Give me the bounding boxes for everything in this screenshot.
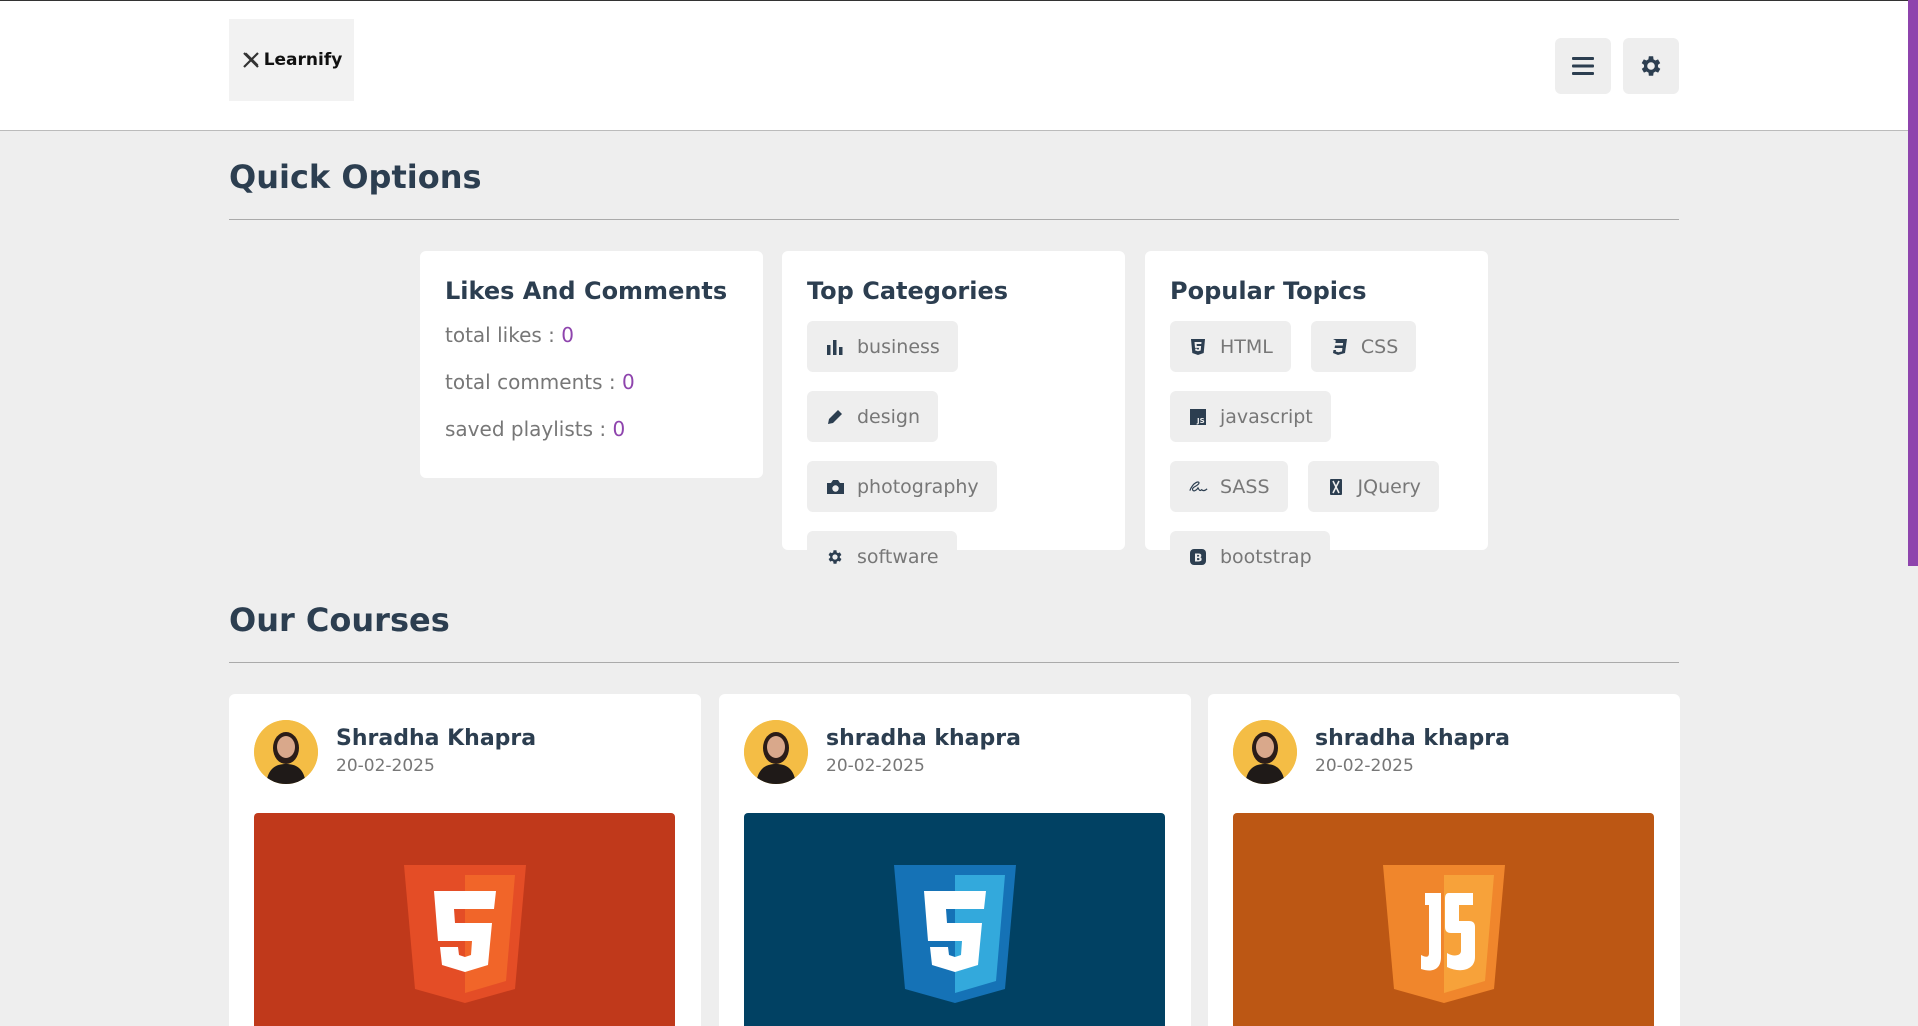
topic-sass[interactable]: SASS <box>1170 461 1288 512</box>
js-logo-icon <box>1382 865 1505 1003</box>
topic-css[interactable]: CSS <box>1310 321 1417 372</box>
topic-list: HTML CSS JS javascript SASS JQuery B boo… <box>1170 321 1463 582</box>
course-date: 20-02-2025 <box>826 756 925 776</box>
logo-x-icon <box>242 52 259 68</box>
course-card[interactable]: Shradha Khapra 20-02-2025 <box>229 694 701 1026</box>
category-label: design <box>857 405 921 428</box>
topic-label: bootstrap <box>1220 545 1312 568</box>
logo-text: Learnify <box>263 50 343 70</box>
course-thumbnail[interactable] <box>1233 813 1654 1026</box>
our-courses-title: Our Courses <box>229 601 450 639</box>
css3-icon <box>1329 337 1349 357</box>
logo[interactable]: Learnify <box>229 19 354 101</box>
stat-label: saved playlists : <box>445 417 613 441</box>
category-photography[interactable]: photography <box>807 461 997 512</box>
topic-label: JQuery <box>1357 475 1421 498</box>
topic-bootstrap[interactable]: B bootstrap <box>1170 531 1330 582</box>
bars-icon <box>1572 57 1594 75</box>
stat-value: 0 <box>612 417 626 441</box>
topic-label: javascript <box>1220 405 1313 428</box>
quick-options-title: Quick Options <box>229 158 482 196</box>
settings-button[interactable] <box>1623 38 1679 94</box>
gear-icon <box>1641 56 1661 76</box>
topic-label: CSS <box>1360 335 1399 358</box>
stat-value: 0 <box>621 370 635 394</box>
pencil-icon <box>825 407 845 427</box>
scrollbar-thumb[interactable] <box>1908 0 1918 566</box>
topic-html[interactable]: HTML <box>1170 321 1291 372</box>
gear-icon <box>825 547 845 567</box>
category-business[interactable]: business <box>807 321 958 372</box>
js-icon: JS <box>1188 407 1208 427</box>
bootstrap-icon: B <box>1188 547 1208 567</box>
sass-icon <box>1188 477 1208 497</box>
site-header: Learnify <box>0 1 1908 131</box>
category-design[interactable]: design <box>807 391 939 442</box>
tutor-name: shradha khapra <box>826 726 1021 751</box>
our-courses-divider <box>229 662 1679 663</box>
course-date: 20-02-2025 <box>1315 756 1414 776</box>
category-label: software <box>857 545 939 568</box>
course-card[interactable]: shradha khapra 20-02-2025 <box>719 694 1191 1026</box>
course-thumbnail[interactable] <box>744 813 1165 1026</box>
category-label: business <box>857 335 940 358</box>
course-card[interactable]: shradha khapra 20-02-2025 <box>1208 694 1680 1026</box>
chart-bar-icon <box>825 337 845 357</box>
topic-javascript[interactable]: JS javascript <box>1170 391 1331 442</box>
svg-text:B: B <box>1194 551 1202 564</box>
categories-box-title: Top Categories <box>807 277 1009 305</box>
category-label: photography <box>857 475 979 498</box>
popular-topics-box: Popular Topics HTML CSS JS javascript SA… <box>1145 251 1488 582</box>
css3-logo-icon <box>893 865 1016 1003</box>
top-categories-box: Top Categories business design photograp… <box>782 251 1125 582</box>
saved-playlists-stat: saved playlists : 0 <box>445 413 738 446</box>
quick-options-divider <box>229 219 1679 220</box>
topics-box-title: Popular Topics <box>1170 277 1367 305</box>
likes-comments-box: Likes And Comments total likes : 0 total… <box>420 251 763 478</box>
total-likes-stat: total likes : 0 <box>445 319 738 352</box>
category-software[interactable]: software <box>807 531 957 582</box>
html5-logo-icon <box>403 865 526 1003</box>
html5-icon <box>1188 337 1208 357</box>
avatar <box>744 720 808 784</box>
likes-box-title: Likes And Comments <box>445 277 728 305</box>
course-date: 20-02-2025 <box>336 756 435 776</box>
avatar <box>254 720 318 784</box>
stat-label: total likes : <box>445 323 562 347</box>
camera-icon <box>825 477 845 497</box>
topic-label: HTML <box>1220 335 1273 358</box>
tutor-name: shradha khapra <box>1315 726 1510 751</box>
avatar <box>1233 720 1297 784</box>
menu-button[interactable] <box>1555 38 1611 94</box>
category-list: business design photography software <box>807 321 1100 582</box>
svg-text:JS: JS <box>1196 417 1205 425</box>
course-thumbnail[interactable] <box>254 813 675 1026</box>
topic-jquery[interactable]: JQuery <box>1307 461 1439 512</box>
stat-value: 0 <box>561 323 574 347</box>
tutor-name: Shradha Khapra <box>336 726 537 751</box>
jquery-icon <box>1326 477 1346 497</box>
total-comments-stat: total comments : 0 <box>445 366 738 399</box>
topic-label: SASS <box>1220 475 1270 498</box>
stat-label: total comments : <box>445 370 622 394</box>
